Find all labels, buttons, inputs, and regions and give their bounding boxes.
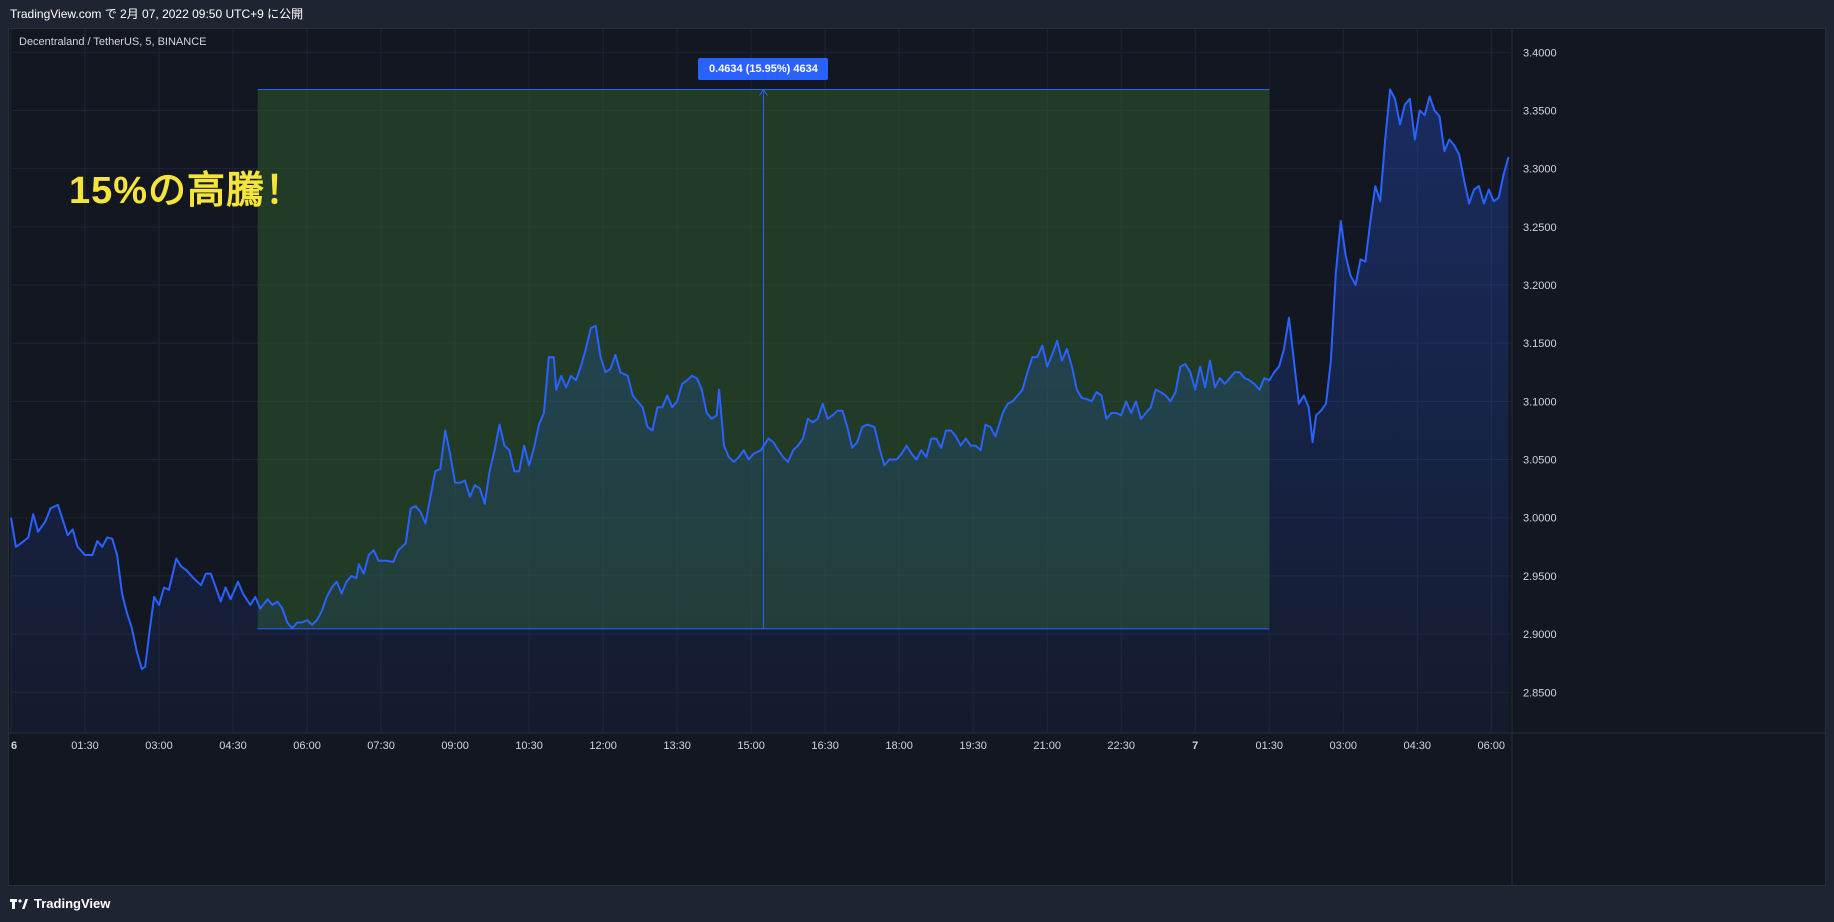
y-tick-label: 2.9500 bbox=[1523, 571, 1557, 583]
x-tick-label: 07:30 bbox=[367, 740, 395, 752]
y-tick-label: 3.1000 bbox=[1523, 396, 1557, 408]
published-header: TradingView.com で 2月 07, 2022 09:50 UTC+… bbox=[0, 0, 1834, 28]
chart-pane[interactable]: 3.4000 3.3500 3.3000 3.2500 3.2000 3.1500 3.10… bbox=[8, 28, 1826, 886]
x-tick-label: 04:30 bbox=[219, 740, 247, 752]
y-tick-label: 3.4000 bbox=[1523, 47, 1557, 59]
x-tick-label: 18:00 bbox=[885, 740, 913, 752]
y-tick-label: 2.9000 bbox=[1523, 629, 1557, 641]
x-tick-label: 01:30 bbox=[1255, 740, 1283, 752]
x-tick-label: 13:30 bbox=[663, 740, 691, 752]
x-tick-label: 06:00 bbox=[1477, 740, 1505, 752]
x-tick-label: 04:30 bbox=[1403, 740, 1431, 752]
x-tick-label: 03:00 bbox=[145, 740, 173, 752]
measure-label: 0.4634 (15.95%) 4634 bbox=[698, 57, 829, 80]
brand-name: TradingView bbox=[34, 896, 111, 911]
tradingview-brand[interactable]: TradingView bbox=[10, 896, 110, 911]
x-tick-label: 15:00 bbox=[737, 740, 765, 752]
y-tick-label: 3.2000 bbox=[1523, 280, 1557, 292]
y-tick-label: 3.0500 bbox=[1523, 455, 1557, 467]
x-tick-label: 09:00 bbox=[441, 740, 469, 752]
y-tick-label: 3.3500 bbox=[1523, 105, 1557, 117]
x-tick-label: 03:00 bbox=[1329, 740, 1357, 752]
x-tick-label: 16:30 bbox=[811, 740, 839, 752]
x-tick-label: 19:30 bbox=[959, 740, 987, 752]
x-tick-label: 7 bbox=[1192, 740, 1198, 752]
x-tick-label: 12:00 bbox=[589, 740, 617, 752]
y-tick-label: 2.8500 bbox=[1523, 687, 1557, 699]
published-text: TradingView.com で 2月 07, 2022 09:50 UTC+… bbox=[10, 7, 304, 21]
y-tick-label: 3.2500 bbox=[1523, 222, 1557, 234]
x-tick-label: 06:00 bbox=[293, 740, 321, 752]
y-tick-label: 3.3000 bbox=[1523, 164, 1557, 176]
tradingview-logo-icon bbox=[10, 898, 28, 909]
x-tick-label: 10:30 bbox=[515, 740, 543, 752]
y-tick-label: 3.0000 bbox=[1523, 513, 1557, 525]
symbol-title: Decentraland / TetherUS, 5, BINANCE bbox=[19, 36, 207, 48]
x-tick-label: 01:30 bbox=[71, 740, 99, 752]
x-tick-label: 22:30 bbox=[1107, 740, 1135, 752]
price-chart[interactable]: 3.4000 3.3500 3.3000 3.2500 3.2000 3.1500 3.10… bbox=[9, 29, 1825, 885]
x-tick-label: 6 bbox=[11, 740, 17, 752]
y-tick-label: 3.1500 bbox=[1523, 338, 1557, 350]
footer: TradingView bbox=[0, 886, 1834, 922]
annotation-text: 15%の高騰！ bbox=[69, 170, 305, 212]
x-tick-label: 21:00 bbox=[1033, 740, 1061, 752]
